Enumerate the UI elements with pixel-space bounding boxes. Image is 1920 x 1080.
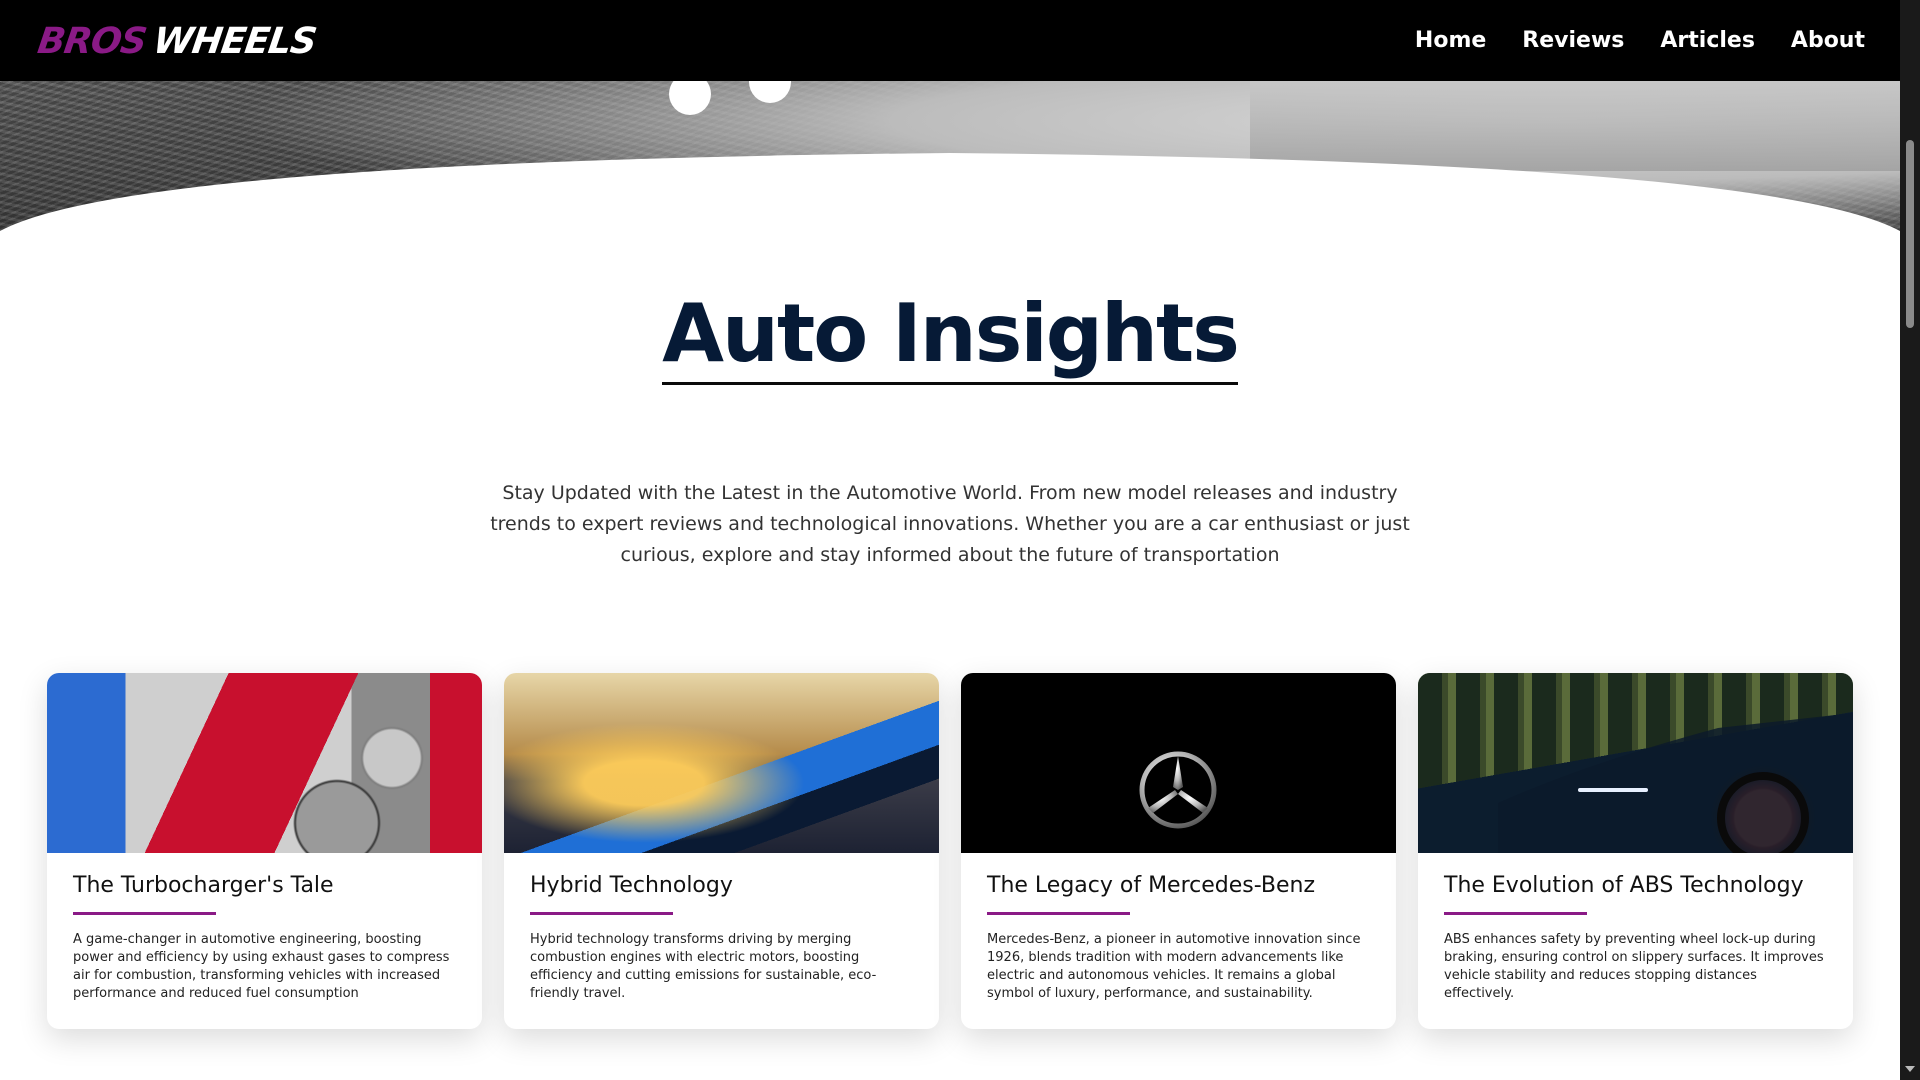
- top-navbar: BROS WHEELS Home Reviews Articles About: [0, 0, 1900, 81]
- article-cards: The Turbocharger's Tale A game-changer i…: [47, 673, 1853, 1029]
- card-title[interactable]: Hybrid Technology: [530, 871, 913, 901]
- nav-reviews-link[interactable]: Reviews: [1522, 28, 1624, 53]
- card-body: The Evolution of ABS Technology ABS enha…: [1418, 853, 1853, 1021]
- hero-banner-image: [0, 81, 1900, 261]
- card-title[interactable]: The Legacy of Mercedes-Benz: [987, 871, 1370, 901]
- card-description: Mercedes-Benz, a pioneer in automotive i…: [987, 932, 1361, 1001]
- card-accent-rule: [987, 912, 1130, 915]
- scroll-down-arrow-icon[interactable]: [1905, 1066, 1915, 1072]
- logo-part-bros: BROS: [35, 20, 149, 62]
- nav-about-link[interactable]: About: [1791, 28, 1865, 53]
- ev-charger-image: [504, 673, 939, 853]
- article-card[interactable]: The Evolution of ABS Technology ABS enha…: [1418, 673, 1853, 1029]
- card-description: ABS enhances safety by preventing wheel …: [1444, 932, 1824, 1001]
- nav-articles-link[interactable]: Articles: [1660, 28, 1755, 53]
- section-intro: Stay Updated with the Latest in the Auto…: [490, 482, 1410, 566]
- mercedes-star-icon: [1139, 751, 1217, 829]
- scrollbar-thumb[interactable]: [1906, 140, 1914, 328]
- sports-car-brake-image: [1418, 673, 1853, 853]
- turbocharger-image: [47, 673, 482, 853]
- card-description: Hybrid technology transforms driving by …: [530, 932, 877, 1001]
- card-title[interactable]: The Turbocharger's Tale: [73, 871, 456, 901]
- card-accent-rule: [73, 912, 216, 915]
- section-title: Auto Insights: [662, 292, 1240, 385]
- site-logo[interactable]: BROS WHEELS: [34, 16, 319, 66]
- section-header: Auto Insights: [0, 292, 1900, 385]
- card-body: The Turbocharger's Tale A game-changer i…: [47, 853, 482, 1021]
- nav-home-link[interactable]: Home: [1415, 28, 1486, 53]
- card-accent-rule: [1444, 912, 1587, 915]
- logo-part-wheels: WHEELS: [150, 20, 319, 62]
- card-title[interactable]: The Evolution of ABS Technology: [1444, 871, 1827, 901]
- card-accent-rule: [530, 912, 673, 915]
- page-scrollbar[interactable]: [1900, 0, 1920, 1080]
- nav-links: Home Reviews Articles About: [1415, 0, 1865, 81]
- hero-curve-divider: [0, 153, 1900, 261]
- card-body: Hybrid Technology Hybrid technology tran…: [504, 853, 939, 1021]
- sports-car-silhouette: [1498, 713, 1853, 853]
- card-description: A game-changer in automotive engineering…: [73, 932, 450, 1001]
- card-body: The Legacy of Mercedes-Benz Mercedes-Ben…: [961, 853, 1396, 1021]
- article-card[interactable]: Hybrid Technology Hybrid technology tran…: [504, 673, 939, 1029]
- article-card[interactable]: The Legacy of Mercedes-Benz Mercedes-Ben…: [961, 673, 1396, 1029]
- article-card[interactable]: The Turbocharger's Tale A game-changer i…: [47, 673, 482, 1029]
- mercedes-logo-image: [961, 673, 1396, 853]
